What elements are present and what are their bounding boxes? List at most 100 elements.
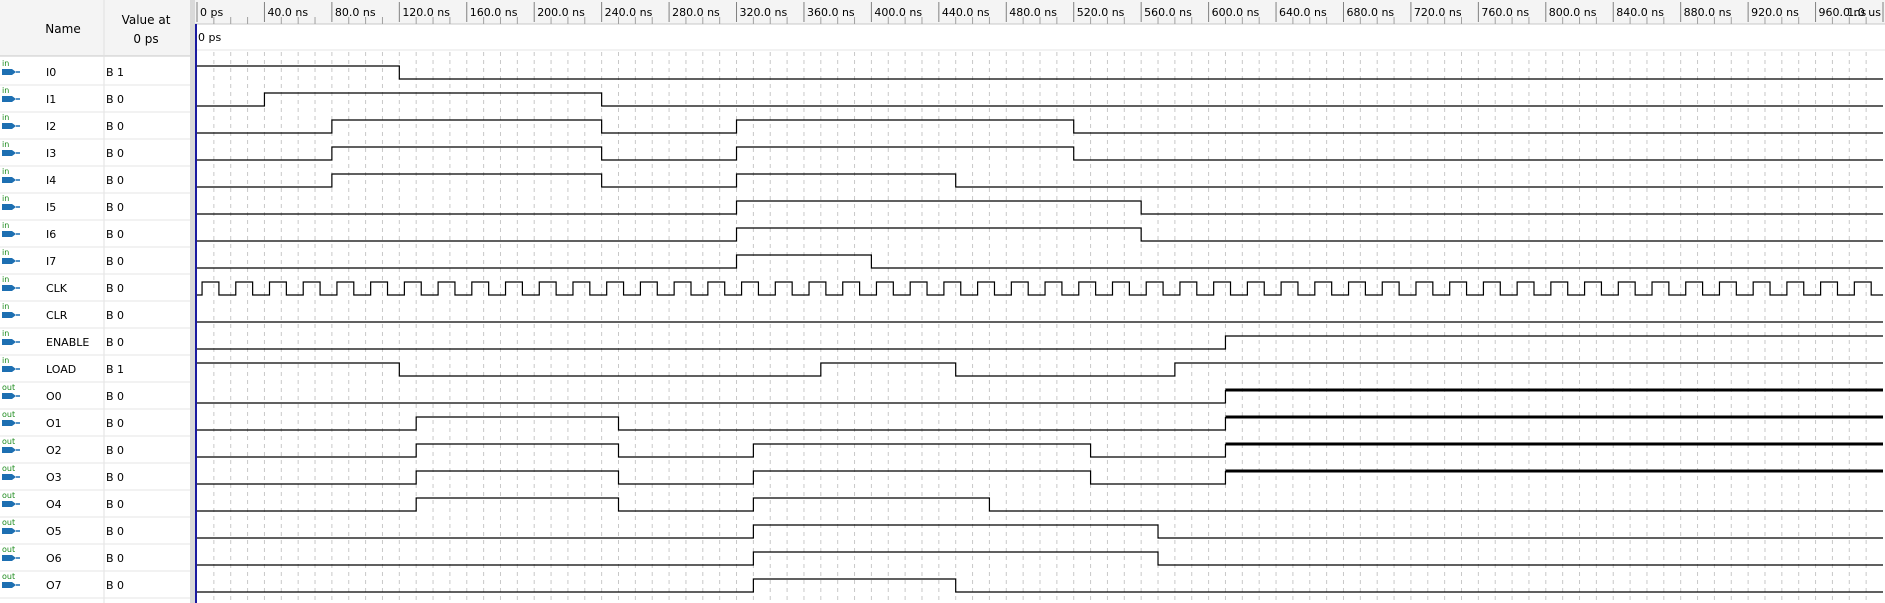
signal-row-i2[interactable]: in I2 B 0	[0, 113, 190, 140]
svg-text:in: in	[2, 59, 9, 68]
signal-trace	[197, 390, 1227, 404]
signal-row-i1[interactable]: in I1 B 0	[0, 86, 190, 113]
input-pin-icon: in	[2, 113, 20, 129]
ruler-tick-label: 320.0 ns	[740, 6, 788, 19]
waveform-viewer: Name Value at 0 ps 0 ps 40.0 ns 80.0 ns 120…	[0, 0, 1885, 603]
signal-value: B 1	[106, 363, 124, 376]
output-pin-icon: out	[2, 572, 20, 588]
input-pin-icon: in	[2, 275, 20, 291]
signal-row-o2[interactable]: out O2 B 0	[0, 437, 190, 464]
signal-row-enable[interactable]: in ENABLE B 0	[0, 329, 190, 356]
signal-row-clr[interactable]: in CLR B 0	[0, 302, 190, 329]
signal-row-i7[interactable]: in I7 B 0	[0, 248, 190, 275]
output-pin-icon: out	[2, 545, 20, 561]
signal-name: CLR	[46, 309, 68, 322]
signal-value: B 0	[106, 471, 124, 484]
svg-text:in: in	[2, 248, 9, 257]
input-pin-icon: in	[2, 248, 20, 264]
signal-row-i6[interactable]: in I6 B 0	[0, 221, 190, 248]
signal-value: B 0	[106, 201, 124, 214]
svg-text:in: in	[2, 113, 9, 122]
time-ruler-ticks: 0 ps 40.0 ns 80.0 ns 120.0 ns 160.0 ns 200.0 …	[196, 2, 1884, 24]
ruler-tick-label: 200.0 ns	[537, 6, 585, 19]
signal-row-clk[interactable]: in CLK B 0	[0, 275, 190, 302]
svg-text:out: out	[2, 383, 15, 392]
ruler-tick-label: 80.0 ns	[335, 6, 376, 19]
ruler-tick-label: 400.0 ns	[874, 6, 922, 19]
output-pin-icon: out	[2, 437, 20, 453]
signal-name: O3	[46, 471, 62, 484]
svg-text:out: out	[2, 545, 15, 554]
input-pin-icon: in	[2, 302, 20, 318]
ruler-tick-label: 920.0 ns	[1751, 6, 1799, 19]
input-pin-icon: in	[2, 194, 20, 210]
signal-row-o6[interactable]: out O6 B 0	[0, 545, 190, 572]
signal-value: B 0	[106, 498, 124, 511]
signal-value: B 0	[106, 174, 124, 187]
input-pin-icon: in	[2, 356, 20, 372]
signal-value: B 0	[106, 93, 124, 106]
signal-name: I7	[46, 255, 56, 268]
ruler-tick-label: 440.0 ns	[942, 6, 990, 19]
signal-row-o4[interactable]: out O4 B 0	[0, 491, 190, 518]
signal-row-o1[interactable]: out O1 B 0	[0, 410, 190, 437]
signal-value: B 0	[106, 309, 124, 322]
signal-value: B 0	[106, 147, 124, 160]
svg-text:out: out	[2, 491, 15, 500]
signal-value: B 0	[106, 390, 124, 403]
svg-text:in: in	[2, 275, 9, 284]
output-pin-icon: out	[2, 518, 20, 534]
signal-row-load[interactable]: in LOAD B 1	[0, 356, 190, 383]
signal-value: B 0	[106, 579, 124, 592]
signal-name: O4	[46, 498, 62, 511]
signal-value: B 0	[106, 552, 124, 565]
signal-name: O1	[46, 417, 62, 430]
ruler-tick-label: 680.0 ns	[1346, 6, 1394, 19]
svg-text:out: out	[2, 572, 15, 581]
signal-name: I3	[46, 147, 56, 160]
signal-name: I5	[46, 201, 56, 214]
signal-value: B 0	[106, 255, 124, 268]
ruler-tick-label: 600.0 ns	[1212, 6, 1260, 19]
svg-text:out: out	[2, 410, 15, 419]
signal-list: in I0 B 1 in I1 B 0 in I2 B 0 in I3 B 0 in I4 B 0 in I5 B…	[0, 59, 190, 599]
input-pin-icon: in	[2, 167, 20, 183]
svg-text:out: out	[2, 437, 15, 446]
signal-trace	[197, 470, 1227, 485]
svg-text:in: in	[2, 356, 9, 365]
signal-row-i0[interactable]: in I0 B 1	[0, 59, 190, 86]
input-pin-icon: in	[2, 86, 20, 102]
output-pin-icon: out	[2, 464, 20, 480]
signal-row-o0[interactable]: out O0 B 0	[0, 383, 190, 410]
signal-name: I2	[46, 120, 56, 133]
ruler-tick-label: 160.0 ns	[470, 6, 518, 19]
column-header-panel	[0, 0, 190, 56]
signal-name: I6	[46, 228, 56, 241]
signal-row-i3[interactable]: in I3 B 0	[0, 140, 190, 167]
svg-text:in: in	[2, 221, 9, 230]
input-pin-icon: in	[2, 59, 20, 75]
ruler-tick-label: 880.0 ns	[1684, 6, 1732, 19]
signal-value: B 1	[106, 66, 124, 79]
signal-row-o7[interactable]: out O7 B 0	[0, 572, 190, 599]
svg-text:in: in	[2, 194, 9, 203]
signal-row-i5[interactable]: in I5 B 0	[0, 194, 190, 221]
signal-name: I1	[46, 93, 56, 106]
panel-splitter[interactable]	[190, 0, 195, 603]
signal-row-o3[interactable]: out O3 B 0	[0, 464, 190, 491]
ruler-tick-label: 800.0 ns	[1549, 6, 1597, 19]
ruler-tick-label: 640.0 ns	[1279, 6, 1327, 19]
signal-row-o5[interactable]: out O5 B 0	[0, 518, 190, 545]
output-pin-icon: out	[2, 491, 20, 507]
signal-row-i4[interactable]: in I4 B 0	[0, 167, 190, 194]
value-column-time: 0 ps	[133, 32, 158, 46]
signal-value: B 0	[106, 228, 124, 241]
name-column-header[interactable]: Name	[45, 22, 80, 36]
input-pin-icon: in	[2, 140, 20, 156]
svg-text:out: out	[2, 518, 15, 527]
signal-name: O7	[46, 579, 62, 592]
ruler-tick-label: 120.0 ns	[402, 6, 450, 19]
value-column-header[interactable]: Value at	[122, 13, 171, 27]
svg-text:out: out	[2, 464, 15, 473]
signal-value: B 0	[106, 417, 124, 430]
